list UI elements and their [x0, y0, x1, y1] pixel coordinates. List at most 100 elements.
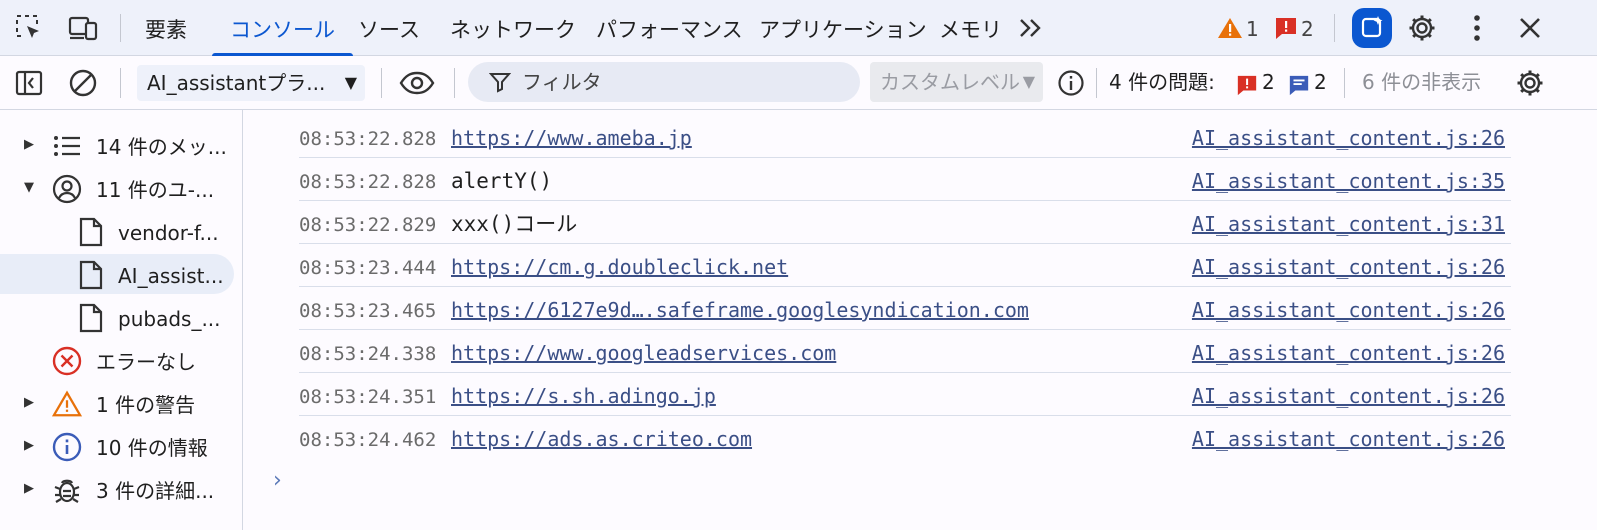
message-icon[interactable] [1287, 69, 1311, 101]
context-select-value: AI_assistantプラ... [147, 71, 326, 95]
error-count[interactable]: 2 [1301, 0, 1314, 56]
info-icon [52, 432, 82, 462]
divider [1344, 68, 1345, 98]
sidebar-item-label: AI_assist... [118, 264, 224, 288]
source-link[interactable]: AI_assistant_content.js:26 [1192, 416, 1505, 462]
message-text: xxx()コール [451, 212, 578, 236]
source-link[interactable]: AI_assistant_content.js:26 [1192, 287, 1505, 333]
gear-icon[interactable] [1514, 67, 1546, 99]
inspect-icon[interactable] [13, 12, 45, 44]
console-sidebar: ▶ 14 件のメッ... ▼ 11 件のユ-... vendor-f... AI… [0, 110, 243, 530]
console-row: 08:53:23.465 https://6127e9d….safeframe.… [299, 287, 1511, 330]
list-icon [52, 131, 82, 161]
sidebar-item-errors[interactable]: エラーなし [0, 340, 242, 380]
sidebar-item-file-ai-assistant[interactable]: AI_assist... [0, 254, 234, 294]
caret-down-icon[interactable]: ▼ [24, 168, 34, 208]
message-link[interactable]: https://ads.as.criteo.com [451, 416, 752, 462]
caret-right-icon[interactable]: ▶ [24, 469, 34, 509]
sidebar-item-info[interactable]: ▶ 10 件の情報 [0, 426, 242, 466]
error-icon[interactable] [1235, 69, 1259, 101]
message-text: alertY() [451, 169, 553, 193]
timestamp: 08:53:24.351 [299, 386, 437, 408]
tab-sources[interactable]: ソース [358, 0, 420, 56]
tab-memory[interactable]: メモリ [939, 0, 1002, 56]
tab-application[interactable]: アプリケーション [759, 0, 927, 56]
console-row: 08:53:24.338 https://www.googleadservice… [299, 330, 1511, 373]
log-level-value: カスタムレベル [880, 70, 1020, 94]
caret-right-icon[interactable]: ▶ [24, 125, 34, 165]
hidden-count: 6 件の非表示 [1362, 70, 1482, 94]
filter-input[interactable]: フィルタ [468, 62, 860, 102]
sidebar-item-label: 1 件の警告 [96, 393, 196, 417]
source-link[interactable]: AI_assistant_content.js:35 [1192, 158, 1505, 204]
divider [1096, 68, 1097, 98]
console-row: 08:53:22.829 xxx()コール AI_assistant_conte… [299, 201, 1511, 244]
console-row: 08:53:24.462 https://ads.as.criteo.com A… [299, 416, 1511, 459]
sidebar-item-label: pubads_... [118, 307, 221, 331]
sidebar-item-messages[interactable]: ▶ 14 件のメッ... [0, 125, 242, 165]
tab-network[interactable]: ネットワーク [450, 0, 576, 56]
source-link[interactable]: AI_assistant_content.js:26 [1192, 244, 1505, 290]
source-link[interactable]: AI_assistant_content.js:26 [1192, 115, 1505, 161]
eye-icon[interactable] [398, 67, 436, 99]
more-tabs-icon[interactable] [1015, 12, 1047, 44]
caret-right-icon[interactable]: ▶ [24, 426, 34, 466]
warning-count[interactable]: 1 [1246, 0, 1259, 56]
source-link[interactable]: AI_assistant_content.js:26 [1192, 330, 1505, 376]
info-icon[interactable] [1055, 67, 1087, 99]
timestamp: 08:53:22.828 [299, 128, 437, 150]
timestamp: 08:53:22.829 [299, 214, 437, 236]
sidebar-item-file-pubads[interactable]: pubads_... [0, 297, 242, 337]
console-row: 08:53:22.828 https://www.ameba.jp AI_ass… [299, 115, 1511, 158]
user-icon [52, 174, 82, 204]
caret-right-icon[interactable]: ▶ [24, 383, 34, 423]
console-row: 08:53:22.828 alertY() AI_assistant_conte… [299, 158, 1511, 201]
tab-console[interactable]: コンソール [212, 0, 353, 56]
message-link[interactable]: https://www.ameba.jp [451, 115, 692, 161]
filter-placeholder: フィルタ [522, 70, 602, 94]
kebab-menu-icon[interactable] [1461, 12, 1493, 44]
device-icon[interactable] [67, 12, 99, 44]
sidebar-item-verbose[interactable]: ▶ 3 件の詳細... [0, 469, 242, 509]
context-select[interactable]: AI_assistantプラ... ▼ [137, 65, 365, 101]
sidebar-item-user-messages[interactable]: ▼ 11 件のユ-... [0, 168, 242, 208]
source-link[interactable]: AI_assistant_content.js:31 [1192, 201, 1505, 247]
sidebar-toggle-icon[interactable] [13, 67, 45, 99]
sidebar-item-label: 3 件の詳細... [96, 479, 215, 503]
clear-icon[interactable] [67, 67, 99, 99]
message-link[interactable]: https://s.sh.adingo.jp [451, 373, 716, 419]
close-icon[interactable] [1514, 12, 1546, 44]
file-icon [76, 260, 106, 290]
message-link[interactable]: https://www.googleadservices.com [451, 330, 836, 376]
ai-assistant-icon[interactable] [1352, 8, 1392, 48]
console-messages: 08:53:22.828 https://www.ameba.jp AI_ass… [243, 110, 1597, 530]
message-link[interactable]: https://cm.g.doubleclick.net [451, 244, 788, 290]
issues-info-count[interactable]: 2 [1314, 56, 1327, 110]
sidebar-item-warnings[interactable]: ▶ 1 件の警告 [0, 383, 242, 423]
log-level-select[interactable]: カスタムレベル ▼ [870, 62, 1043, 102]
sidebar-item-label: エラーなし [96, 350, 196, 374]
issues-error-count[interactable]: 2 [1262, 56, 1275, 110]
divider [120, 14, 121, 42]
bug-icon [52, 475, 82, 505]
caret-down-icon: ▼ [1022, 72, 1035, 91]
issues-label[interactable]: 4 件の問題: [1109, 56, 1215, 110]
warning-icon[interactable] [1216, 12, 1244, 44]
console-row: 08:53:23.444 https://cm.g.doubleclick.ne… [299, 244, 1511, 287]
divider [1334, 14, 1335, 42]
console-prompt[interactable]: › [273, 468, 282, 493]
tab-performance[interactable]: パフォーマンス [596, 0, 743, 56]
timestamp: 08:53:23.444 [299, 257, 437, 279]
source-link[interactable]: AI_assistant_content.js:26 [1192, 373, 1505, 419]
sidebar-item-file-vendor[interactable]: vendor-f... [0, 211, 242, 251]
message-link[interactable]: https://6127e9d….safeframe.googlesyndica… [451, 287, 1029, 333]
error-icon[interactable] [1272, 12, 1300, 44]
gear-icon[interactable] [1406, 12, 1438, 44]
divider [120, 68, 121, 98]
tab-elements[interactable]: 要素 [145, 0, 187, 56]
timestamp: 08:53:23.465 [299, 300, 437, 322]
sidebar-item-label: 14 件のメッ... [96, 135, 227, 159]
console-row: 08:53:24.351 https://s.sh.adingo.jp AI_a… [299, 373, 1511, 416]
file-icon [76, 303, 106, 333]
timestamp: 08:53:24.338 [299, 343, 437, 365]
